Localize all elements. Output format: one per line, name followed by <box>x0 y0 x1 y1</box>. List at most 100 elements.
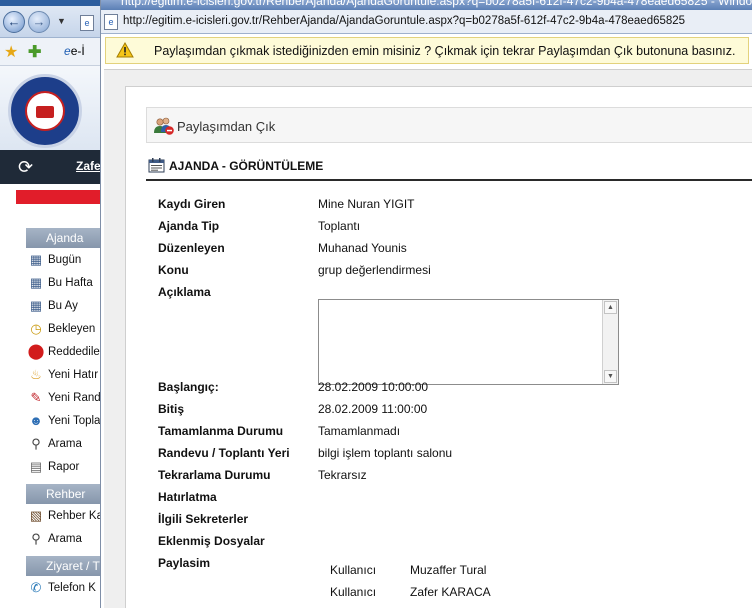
sidebar-item-label: Yeni Topla <box>48 414 100 427</box>
label-baslangic: Başlangıç: <box>158 380 219 394</box>
magnifier-icon: ⚲ <box>31 435 41 451</box>
value-duzenleyen: Muhanad Younis <box>318 241 407 255</box>
sidebar-item-label: Arama <box>48 532 82 545</box>
label-tekrarlama-durumu: Tekrarlama Durumu <box>158 468 271 482</box>
label-aciklama: Açıklama <box>158 285 211 299</box>
sidebar-item-label: Telefon K <box>48 581 96 594</box>
calendar-icon: ▦ <box>29 297 43 313</box>
sidebar-item-label: Yeni Rand <box>48 391 100 404</box>
content-area: Paylaşımdan Çık AJANDA - GÖRÜNTÜLEME Kay… <box>104 69 752 608</box>
sidebar-item-bugun[interactable]: ▦ Bugün <box>26 248 100 271</box>
sidebar-item-rehber-kayit[interactable]: ▧ Rehber Ka <box>26 504 100 527</box>
aciklama-textarea[interactable]: ▲ ▼ <box>318 299 619 385</box>
page-icon: e <box>80 15 94 31</box>
popup-browser-window: http://egitim.e-icisleri.gov.tr/RehberAj… <box>100 0 752 608</box>
sidebar-item-yeni-randevu[interactable]: ✎ Yeni Rand <box>26 386 100 409</box>
phone-icon: ✆ <box>30 579 42 595</box>
value-konu: grup değerlendirmesi <box>318 263 431 277</box>
favorites-bar: ★ ✚ ee-İ <box>0 38 100 66</box>
label-ilgili-sekreterler: İlgili Sekreterler <box>158 512 249 526</box>
bell-add-icon: ♨ <box>30 366 42 382</box>
refresh-icon[interactable]: ⟳ <box>18 157 33 178</box>
forward-arrow-icon[interactable]: → <box>28 11 50 33</box>
background-browser-window: ← → ▼ e ★ ✚ ee-İ ⟳ Zafe Ajanda ▦ Bugün ▦ B… <box>0 0 100 608</box>
share-exit-button[interactable]: Paylaşımdan Çık <box>153 116 275 136</box>
meeting-add-icon: ☻ <box>29 412 43 428</box>
sidebar-item-yeni-hatirlatma[interactable]: ♨ Yeni Hatır <box>26 363 100 386</box>
sidebar-item-rehber-arama[interactable]: ⚲ Arama <box>26 527 100 550</box>
value-randevu-yeri: bilgi işlem toplantı salonu <box>318 446 453 460</box>
textarea-scrollbar[interactable]: ▲ ▼ <box>602 300 618 384</box>
label-randevu-yeri: Randevu / Toplantı Yeri <box>158 446 290 460</box>
share-user-name: Muzaffer Tural <box>410 563 487 577</box>
label-bitis: Bitiş <box>158 402 185 416</box>
sidebar-item-bu-hafta[interactable]: ▦ Bu Hafta <box>26 271 100 294</box>
label-eklenmis-dosyalar: Eklenmiş Dosyalar <box>158 534 265 548</box>
value-baslangic: 28.02.2009 10:00:00 <box>318 380 429 394</box>
back-arrow-icon[interactable]: ← <box>3 11 25 33</box>
sidebar-item-telefon[interactable]: ✆ Telefon K <box>26 576 100 599</box>
section-title: AJANDA - GÖRÜNTÜLEME <box>169 159 324 173</box>
page-panel: Paylaşımdan Çık AJANDA - GÖRÜNTÜLEME Kay… <box>125 86 752 608</box>
address-url[interactable]: http://egitim.e-icisleri.gov.tr/RehberAj… <box>123 15 685 27</box>
sidebar-item-bekleyen[interactable]: ◷ Bekleyen <box>26 317 100 340</box>
address-bar: e http://egitim.e-icisleri.gov.tr/Rehber… <box>101 10 752 34</box>
page-icon: e <box>104 14 118 30</box>
warning-icon <box>116 42 134 58</box>
sidebar-header-rehber: Rehber <box>26 484 100 504</box>
background-navigation-bar: ← → ▼ e <box>0 6 100 38</box>
sidebar-header-ajanda: Ajanda <box>26 228 100 248</box>
add-favorite-icon[interactable]: ✚ <box>28 42 41 62</box>
label-paylasim: Paylasim <box>158 556 211 570</box>
browser-tab[interactable]: ee-İ <box>64 44 100 62</box>
value-ajanda-tip: Toplantı <box>318 219 361 233</box>
toolbar: Paylaşımdan Çık <box>146 107 752 143</box>
ministry-seal-logo <box>8 74 82 148</box>
sidebar-item-label: Bu Hafta <box>48 276 93 289</box>
magnifier-icon: ⚲ <box>31 530 41 546</box>
ie-logo-icon: e <box>64 44 71 58</box>
site-banner <box>0 66 100 150</box>
sidebar: Ajanda ▦ Bugün ▦ Bu Hafta ▦ Bu Ay ◷ Bekleyen… <box>26 228 100 608</box>
value-tekrarlama-durumu: Tekrarsız <box>318 468 367 482</box>
scroll-up-arrow-icon[interactable]: ▲ <box>604 301 617 314</box>
sidebar-item-label: Rehber Ka <box>48 509 100 522</box>
sidebar-item-yeni-toplanti[interactable]: ☻ Yeni Topla <box>26 409 100 432</box>
value-kaydi-giren: Mine Nuran YIGIT <box>318 197 415 211</box>
sidebar-item-reddedilen[interactable]: ⬤ Reddedile <box>26 340 100 363</box>
agenda-icon <box>148 158 165 173</box>
notification-text: Paylaşımdan çıkmak istediğinizden emin m… <box>154 44 736 58</box>
clock-icon: ◷ <box>30 320 42 336</box>
history-dropdown-icon[interactable]: ▼ <box>57 16 66 26</box>
popup-title-text: http://egitim.e-icisleri.gov.tr/RehberAj… <box>121 0 752 8</box>
label-kaydi-giren: Kaydı Giren <box>158 197 226 211</box>
stop-hand-icon: ⬤ <box>27 342 45 360</box>
share-type: Kullanıcı <box>330 563 377 577</box>
browser-tab-label: e-İ <box>70 44 85 58</box>
value-tamamlanma-durumu: Tamamlanmadı <box>318 424 401 438</box>
user-link[interactable]: Zafe <box>76 159 100 173</box>
top-menu-bar: ⟳ Zafe <box>0 150 100 184</box>
sidebar-item-rapor[interactable]: ▤ Rapor <box>26 455 100 478</box>
sidebar-item-label: Bugün <box>48 253 82 266</box>
share-exit-label: Paylaşımdan Çık <box>177 118 276 134</box>
sidebar-item-arama[interactable]: ⚲ Arama <box>26 432 100 455</box>
sidebar-item-label: Rapor <box>48 460 80 473</box>
sidebar-item-label: Bekleyen <box>48 322 96 335</box>
sidebar-item-bu-ay[interactable]: ▦ Bu Ay <box>26 294 100 317</box>
calendar-icon: ▦ <box>29 251 43 267</box>
notification-bar: Paylaşımdan çıkmak istediğinizden emin m… <box>105 37 749 64</box>
label-ajanda-tip: Ajanda Tip <box>158 219 220 233</box>
sidebar-item-label: Reddedile <box>48 345 100 358</box>
scroll-down-arrow-icon[interactable]: ▼ <box>604 370 617 383</box>
sidebar-item-label: Bu Ay <box>48 299 78 312</box>
red-header-strip <box>16 190 100 204</box>
value-bitis: 28.02.2009 11:00:00 <box>318 402 428 416</box>
favorites-star-icon[interactable]: ★ <box>4 42 18 62</box>
label-konu: Konu <box>158 263 189 277</box>
popup-title-bar: http://egitim.e-icisleri.gov.tr/RehberAj… <box>101 0 752 10</box>
seal-emblem <box>25 91 65 131</box>
contact-card-icon: ▧ <box>29 507 43 523</box>
label-hatirlatma: Hatırlatma <box>158 490 217 504</box>
report-icon: ▤ <box>29 458 43 474</box>
